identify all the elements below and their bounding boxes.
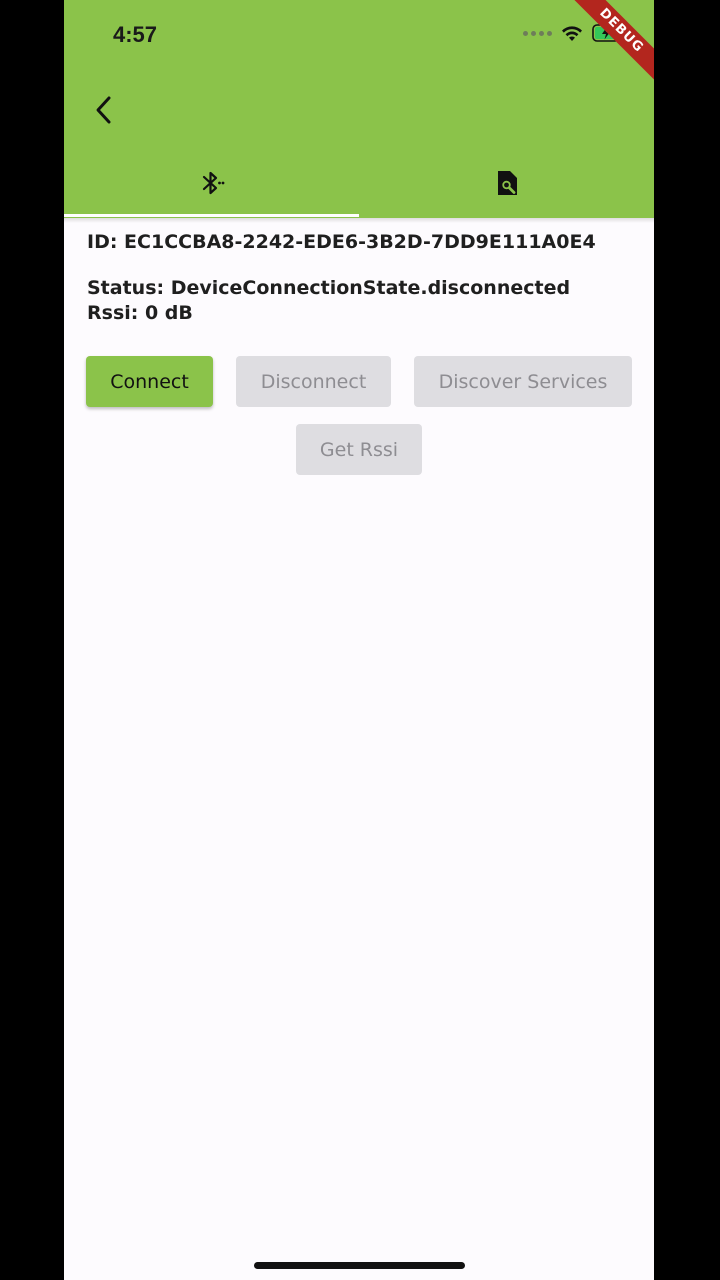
- tab-bar: [64, 148, 654, 218]
- debug-banner: DEBUG: [560, 0, 654, 92]
- connection-status-text: Status: DeviceConnectionState.disconnect…: [87, 277, 571, 299]
- back-button[interactable]: [82, 88, 126, 132]
- get-rssi-button[interactable]: Get Rssi: [296, 424, 422, 475]
- status-bar-time: 4:57: [113, 22, 158, 47]
- app-screen: 4:57 DEBUG ID: EC1CCBA8-2242-EDE6-3B2D-7…: [64, 0, 654, 1280]
- chevron-left-icon: [96, 96, 111, 124]
- selected-tab-indicator: [64, 214, 359, 217]
- bluetooth-searching-icon: [202, 171, 224, 195]
- home-indicator[interactable]: [254, 1262, 465, 1269]
- wifi-icon: [562, 26, 582, 41]
- signal-dots-icon: [523, 30, 552, 36]
- device-id-text: ID: EC1CCBA8-2242-EDE6-3B2D-7DD9E111A0E4: [87, 231, 596, 253]
- tab-device-connection[interactable]: [64, 148, 359, 218]
- discover-services-button[interactable]: Discover Services: [414, 356, 632, 407]
- app-bar: 4:57 DEBUG: [64, 0, 654, 218]
- connect-button[interactable]: Connect: [86, 356, 213, 407]
- disconnect-button[interactable]: Disconnect: [236, 356, 391, 407]
- rssi-text: Rssi: 0 dB: [87, 302, 193, 324]
- tab-device-services[interactable]: [359, 148, 654, 218]
- find-in-page-icon: [497, 171, 517, 195]
- app-bar-shadow: [64, 218, 654, 223]
